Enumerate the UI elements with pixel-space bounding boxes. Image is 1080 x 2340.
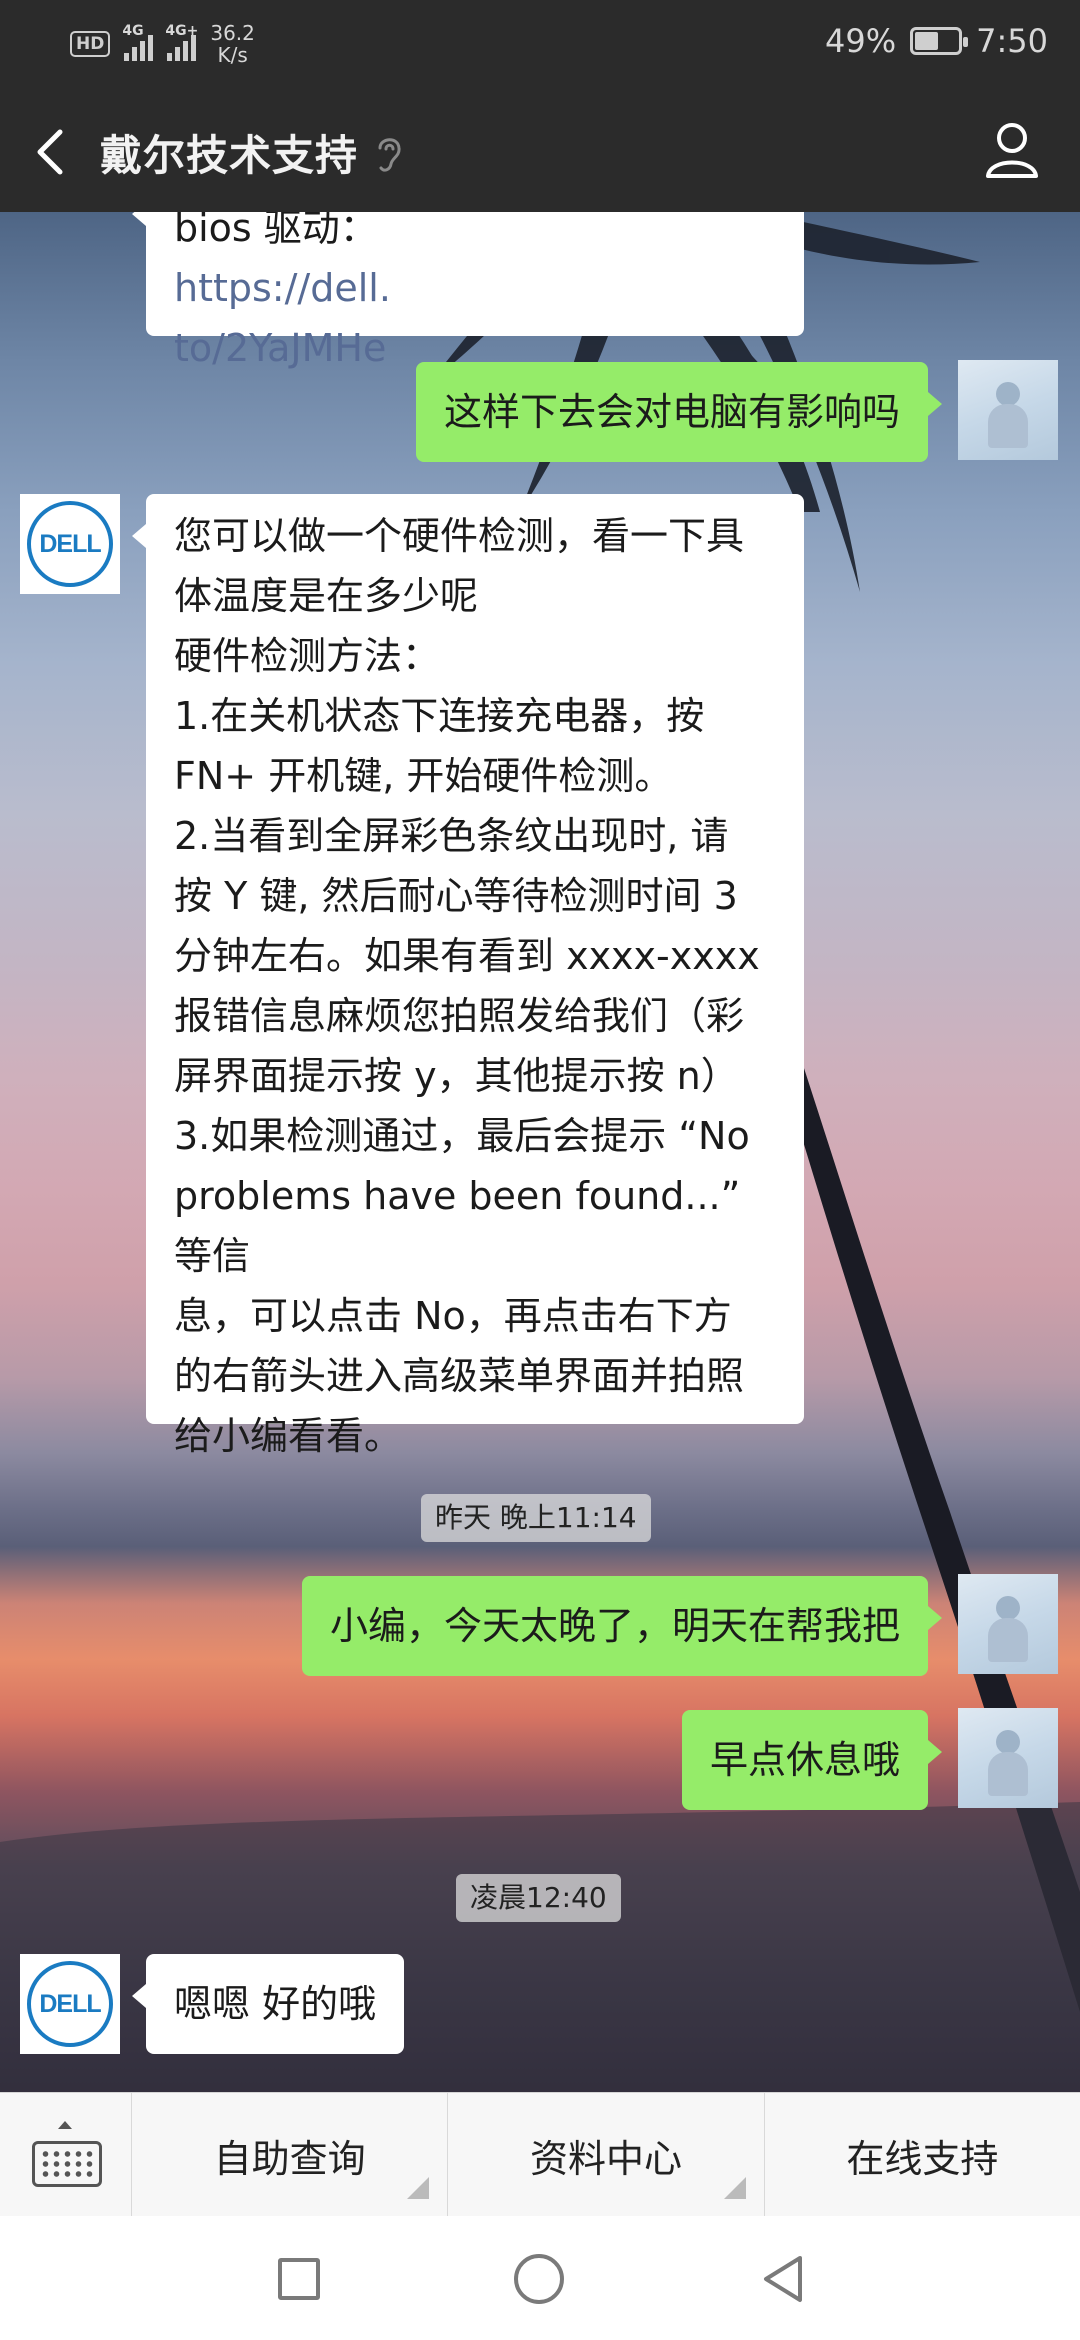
status-right: 49% 7:50 <box>825 22 1048 60</box>
ear-icon[interactable] <box>372 132 406 176</box>
submenu-indicator-icon <box>723 2177 746 2199</box>
battery-level <box>915 32 938 50</box>
battery-icon <box>910 27 969 55</box>
recent-apps-icon[interactable] <box>278 2258 320 2300</box>
clock: 7:50 <box>976 22 1048 60</box>
chat-header: 戴尔技术支持 <box>0 92 1080 212</box>
network-speed: 36.2 K/s <box>210 22 255 66</box>
message-line: 3.如果检测通过，最后会提示 “No <box>174 1114 750 1158</box>
message-bubble-incoming[interactable]: 嗯嗯 好的哦 <box>131 1954 405 2054</box>
timestamp: 凌晨12:40 <box>456 1874 621 1922</box>
menu-label: 在线支持 <box>846 2136 999 2181</box>
dell-logo: DELL <box>27 501 113 587</box>
message-text: bios 驱动： <box>174 212 378 250</box>
home-icon[interactable] <box>514 2254 564 2304</box>
menu-self-service[interactable]: 自助查询 <box>132 2093 449 2217</box>
message-bubble-incoming[interactable]: 您可以做一个硬件检测，看一下具 体温度是在多少呢 硬件检测方法： 1.在关机状态下连接… <box>132 494 804 1458</box>
keyboard-toggle-icon[interactable] <box>0 2093 132 2217</box>
timestamp: 昨天 晚上11:14 <box>421 1494 651 1542</box>
message-bubble-outgoing[interactable]: 这样下去会对电脑有影响吗 <box>415 362 943 462</box>
message-line: 报错信息麻烦您拍照发给我们（彩 <box>174 994 745 1038</box>
message-text: 小编，今天太晚了，明天在帮我把 <box>329 1604 900 1648</box>
message-line: FN+ 开机键, 开始硬件检测。 <box>174 754 673 798</box>
signal-type-label: 4G <box>122 23 144 39</box>
message-line: 的右箭头进入高级菜单界面并拍照 <box>174 1354 745 1398</box>
submenu-indicator-icon <box>407 2177 430 2199</box>
message-bubble-outgoing[interactable]: 小编，今天太晚了，明天在帮我把 <box>301 1576 943 1676</box>
signal-strength-icon-2: 4G+ <box>165 23 198 61</box>
battery-percent: 49% <box>825 22 897 60</box>
message-line: 您可以做一个硬件检测，看一下具 <box>174 514 745 558</box>
message-line: 2.当看到全屏彩色条纹出现时, 请 <box>174 814 729 858</box>
hd-badge: HD <box>70 31 111 57</box>
menu-resource-center[interactable]: 资料中心 <box>448 2093 765 2217</box>
message-line: 按 Y 键, 然后耐心等待检测时间 3 <box>174 874 738 918</box>
message-line: 分钟左右。如果有看到 xxxx-xxxx <box>174 934 760 978</box>
message-line: 体温度是在多少呢 <box>174 574 479 618</box>
message-line: 给小编看看。 <box>174 1414 403 1458</box>
message-link[interactable]: https://dell. <box>174 258 776 318</box>
user-avatar[interactable] <box>958 1708 1058 1808</box>
network-speed-unit: K/s <box>217 43 248 67</box>
dell-avatar[interactable]: DELL <box>20 1954 120 2054</box>
profile-icon[interactable] <box>984 120 1040 180</box>
message-line: 硬件检测方法： <box>174 634 441 678</box>
chat-title: 戴尔技术支持 <box>100 131 359 180</box>
system-back-icon[interactable] <box>758 2252 806 2306</box>
message-line: problems have been found...” 等信 <box>174 1174 741 1278</box>
menu-online-support[interactable]: 在线支持 <box>765 2093 1080 2217</box>
dell-logo: DELL <box>27 1961 113 2047</box>
system-navigation-bar <box>0 2216 1080 2340</box>
status-bar: HD 4G 4G+ 36.2 K/s 49% 7:50 <box>0 0 1080 92</box>
signal-strength-icon: 4G <box>122 23 154 61</box>
menu-label: 自助查询 <box>213 2136 366 2181</box>
message-line: 1.在关机状态下连接充电器，按 <box>174 694 705 738</box>
message-bubble-incoming[interactable]: bios 驱动： https://dell. to/2YaJMHe <box>132 212 804 370</box>
message-text: 嗯嗯 好的哦 <box>174 1982 377 2026</box>
signal-type-label-2: 4G+ <box>165 23 199 39</box>
chat-area[interactable]: bios 驱动： https://dell. to/2YaJMHe 这样下去会对电… <box>0 212 1080 2092</box>
menu-label: 资料中心 <box>529 2136 682 2181</box>
message-line: 屏界面提示按 y，其他提示按 n） <box>174 1054 739 1098</box>
network-speed-value: 36.2 <box>210 21 255 45</box>
message-text: 早点休息哦 <box>709 1738 900 1782</box>
user-avatar[interactable] <box>958 1574 1058 1674</box>
back-arrow-icon[interactable] <box>30 126 70 178</box>
dell-avatar[interactable]: DELL <box>20 494 120 594</box>
status-left: HD 4G 4G+ 36.2 K/s <box>70 22 255 66</box>
message-line: 息，可以点击 No，再点击右下方 <box>174 1294 732 1338</box>
bottom-menu: 自助查询 资料中心 在线支持 <box>0 2092 1080 2217</box>
message-text: 这样下去会对电脑有影响吗 <box>443 390 900 434</box>
user-avatar[interactable] <box>958 360 1058 460</box>
message-bubble-outgoing[interactable]: 早点休息哦 <box>681 1710 943 1810</box>
